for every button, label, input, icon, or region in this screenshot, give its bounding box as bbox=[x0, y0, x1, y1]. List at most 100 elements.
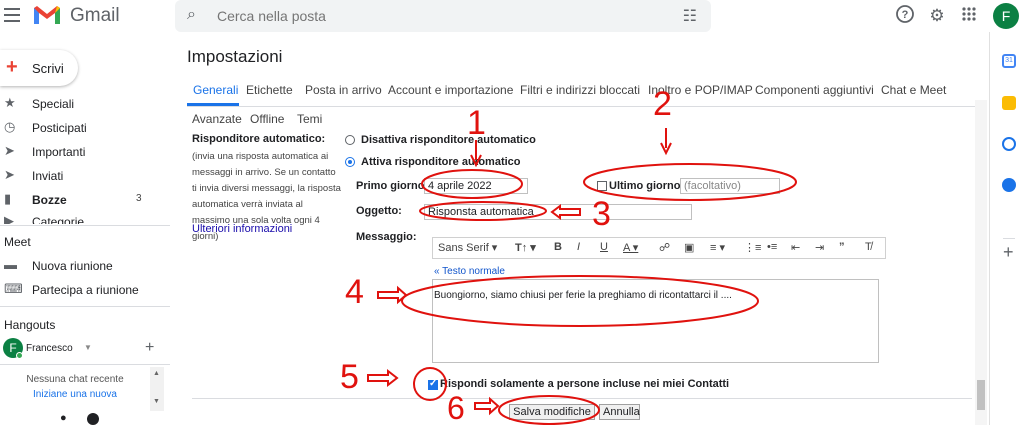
sidebar-item-label: Importanti bbox=[32, 145, 86, 159]
contacts-icon[interactable] bbox=[1002, 178, 1016, 192]
search-icon[interactable]: ⌕ bbox=[187, 6, 196, 24]
search-input[interactable] bbox=[217, 5, 617, 27]
first-day-input[interactable]: 4 aprile 2022 bbox=[424, 178, 528, 194]
quote-icon[interactable]: ” bbox=[839, 241, 845, 253]
sidebar-item-label: Inviati bbox=[32, 169, 64, 183]
gear-icon[interactable]: ⚙ bbox=[926, 5, 948, 27]
annotation-number-1: 1 bbox=[467, 104, 486, 142]
sidebar-item-label: Bozze bbox=[32, 193, 67, 207]
sidebar-item-starred[interactable]: ★ Speciali bbox=[0, 92, 170, 116]
indent-more-icon[interactable]: ⇥ bbox=[815, 241, 824, 254]
more-info-link[interactable]: Ulteriori informazioni bbox=[192, 223, 292, 235]
search-bar[interactable]: ⌕ ☷ bbox=[175, 0, 711, 32]
align-icon[interactable]: ≡ ▾ bbox=[710, 241, 725, 254]
avatar[interactable]: F bbox=[993, 3, 1019, 29]
bulleted-list-icon[interactable]: •≡ bbox=[767, 241, 777, 253]
top-bar: Gmail ⌕ ☷ ? ⚙ F bbox=[0, 0, 1020, 32]
add-addon-icon[interactable]: + bbox=[1003, 242, 1014, 263]
sidebar-item-label: Nuova riunione bbox=[32, 259, 113, 273]
underline-icon[interactable]: U bbox=[600, 241, 608, 253]
annotation-arrow-6 bbox=[474, 396, 500, 416]
contacts-only-checkbox[interactable] bbox=[428, 378, 438, 390]
text-color-icon[interactable]: A ▾ bbox=[623, 241, 638, 254]
app-title: Gmail bbox=[70, 5, 120, 26]
hangouts-icon[interactable] bbox=[87, 413, 99, 425]
font-size-icon[interactable]: T↑ ▾ bbox=[515, 241, 536, 254]
numbered-list-icon[interactable]: ⋮≡ bbox=[744, 241, 761, 254]
tab-general[interactable]: Generali bbox=[193, 83, 238, 97]
settings-scrollbar[interactable] bbox=[975, 100, 987, 425]
last-day-input[interactable]: (facoltativo) bbox=[680, 178, 780, 194]
compose-button[interactable]: + Scrivi bbox=[0, 50, 78, 86]
sidebar-item-new-meeting[interactable]: ▬ Nuova riunione bbox=[0, 254, 170, 278]
chat-scrollbar[interactable]: ▲ ▼ bbox=[150, 367, 164, 411]
sidebar-item-snoozed[interactable]: ◷ Posticipati bbox=[0, 116, 170, 140]
calendar-icon[interactable]: 31 bbox=[1002, 54, 1016, 68]
tab-advanced[interactable]: Avanzate bbox=[192, 112, 242, 126]
message-text[interactable]: Buongiorno, siamo chiusi per ferie la pr… bbox=[434, 290, 732, 301]
side-panel bbox=[989, 32, 1020, 425]
chevron-down-icon[interactable]: ▼ bbox=[84, 343, 92, 352]
sidebar-item-important[interactable]: ➤ Importanti bbox=[0, 140, 170, 164]
page-title: Impostazioni bbox=[187, 47, 283, 66]
hangouts-user-name[interactable]: Francesco bbox=[26, 343, 73, 354]
annotation-arrow-5 bbox=[367, 368, 399, 388]
remove-format-icon[interactable]: T̸ bbox=[865, 241, 872, 253]
apps-icon[interactable] bbox=[958, 5, 980, 27]
sidebar-item-join-meeting[interactable]: ⌨ Partecipa a riunione bbox=[0, 278, 170, 302]
side-panel-divider bbox=[1003, 238, 1015, 239]
auto-reply-title: Risponditore automatico: bbox=[192, 133, 326, 145]
menu-icon[interactable] bbox=[4, 8, 20, 22]
draft-icon: ▮ bbox=[4, 191, 12, 206]
sidebar-item-sent[interactable]: ➤ Inviati bbox=[0, 164, 170, 188]
auto-reply-off-radio[interactable] bbox=[345, 135, 355, 145]
sidebar-item-categories[interactable]: ▶ Categorie bbox=[0, 210, 170, 225]
tab-accounts[interactable]: Account e importazione bbox=[388, 83, 513, 97]
add-chat-icon[interactable]: + bbox=[145, 339, 154, 357]
image-icon[interactable]: ▣ bbox=[684, 241, 694, 254]
tab-chat-meet[interactable]: Chat e Meet bbox=[881, 83, 946, 97]
message-editor[interactable]: Buongiorno, siamo chiusi per ferie la pr… bbox=[432, 279, 879, 363]
online-status-icon bbox=[16, 352, 23, 359]
search-filter-icon[interactable]: ☷ bbox=[683, 6, 697, 26]
sidebar-divider bbox=[0, 364, 170, 365]
font-select[interactable]: Sans Serif ▾ bbox=[438, 241, 497, 254]
sidebar-item-drafts[interactable]: ▮ Bozze 3 bbox=[0, 188, 170, 212]
auto-reply-on-radio[interactable] bbox=[345, 157, 355, 167]
draft-count: 3 bbox=[136, 193, 142, 204]
sidebar-item-label: Posticipati bbox=[32, 121, 87, 135]
tab-themes[interactable]: Temi bbox=[297, 112, 322, 126]
hangouts-title: Hangouts bbox=[4, 318, 56, 332]
bold-icon[interactable]: B bbox=[554, 241, 562, 253]
start-chat-link[interactable]: Iniziane una nuova bbox=[0, 389, 150, 400]
sidebar-item-label: Categorie bbox=[32, 215, 85, 224]
plain-text-link[interactable]: « Testo normale bbox=[434, 266, 505, 277]
message-label: Messaggio: bbox=[356, 231, 417, 243]
keep-icon[interactable] bbox=[1002, 96, 1016, 110]
last-day-checkbox[interactable] bbox=[597, 181, 607, 191]
scrollbar-thumb[interactable] bbox=[977, 380, 985, 410]
person-icon[interactable]: ● bbox=[60, 412, 67, 424]
italic-icon[interactable]: I bbox=[577, 241, 580, 253]
link-icon[interactable]: ☍ bbox=[659, 241, 670, 254]
auto-reply-on-label[interactable]: Attiva risponditore automatico bbox=[361, 156, 521, 168]
tab-filters[interactable]: Filtri e indirizzi bloccati bbox=[520, 83, 640, 97]
indent-less-icon[interactable]: ⇤ bbox=[791, 241, 800, 254]
tab-offline[interactable]: Offline bbox=[250, 112, 284, 126]
help-icon[interactable]: ? bbox=[894, 5, 916, 27]
subject-input[interactable]: Risponsta automatica bbox=[424, 204, 692, 220]
gmail-logo[interactable] bbox=[32, 4, 62, 26]
last-day-label: Ultimo giorno: bbox=[609, 180, 685, 192]
save-button[interactable]: Salva modifiche bbox=[509, 404, 595, 420]
tab-labels[interactable]: Etichette bbox=[246, 83, 293, 97]
contacts-only-label[interactable]: Rispondi solamente a persone incluse nei… bbox=[440, 378, 729, 390]
chat-list: Nessuna chat recente Iniziane una nuova … bbox=[0, 367, 166, 413]
sidebar-item-label: Speciali bbox=[32, 97, 75, 111]
tab-inbox[interactable]: Posta in arrivo bbox=[305, 83, 382, 97]
svg-text:?: ? bbox=[902, 9, 909, 21]
annotation-arrow-2 bbox=[660, 128, 672, 156]
auto-reply-off-label[interactable]: Disattiva risponditore automatico bbox=[361, 134, 536, 146]
tasks-icon[interactable] bbox=[1002, 137, 1016, 151]
cancel-button[interactable]: Annulla bbox=[599, 404, 640, 420]
tab-addons[interactable]: Componenti aggiuntivi bbox=[755, 83, 874, 97]
